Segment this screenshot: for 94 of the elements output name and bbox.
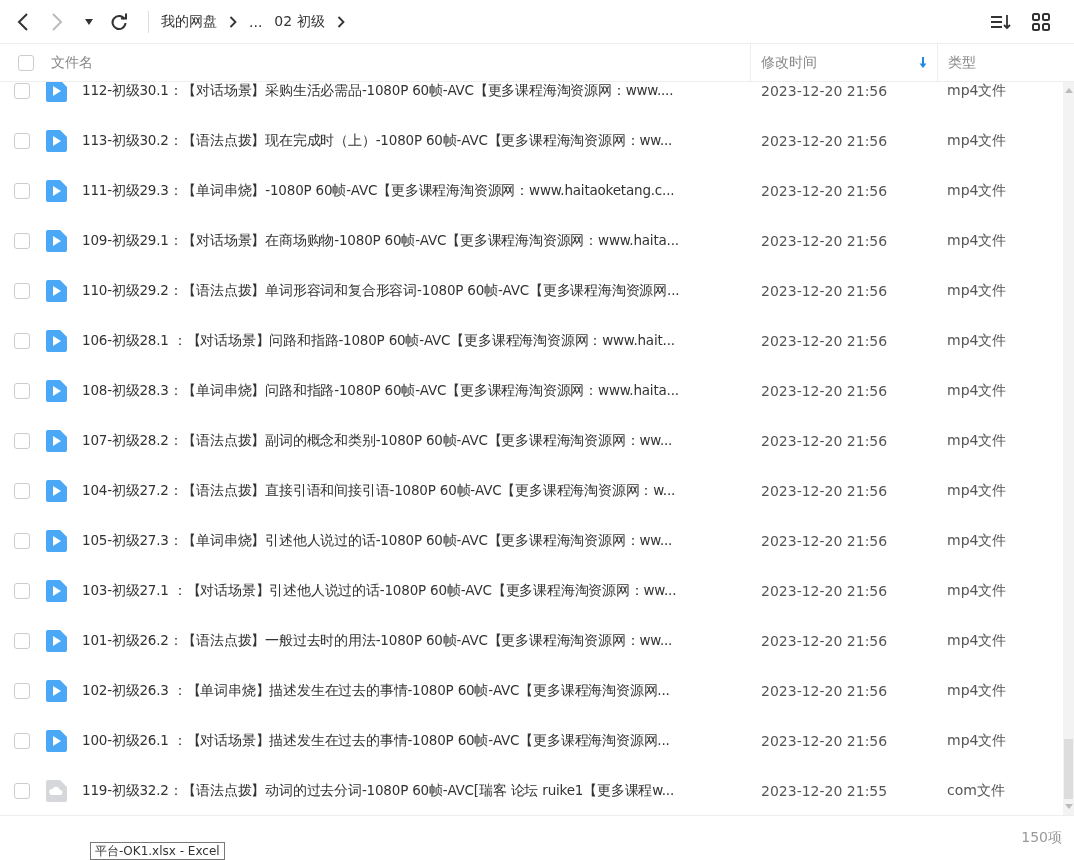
checkbox[interactable]	[14, 583, 30, 599]
checkbox[interactable]	[14, 733, 30, 749]
file-name[interactable]: 110-初级29.2：【语法点拨】单词形容词和复合形容词-1080P 60帧-AVC【更多课程海淘资源网...	[82, 282, 680, 300]
video-file-icon	[46, 430, 67, 452]
file-type: mp4文件	[947, 182, 1007, 200]
video-file-icon	[46, 680, 67, 702]
video-file-icon	[46, 230, 67, 252]
checkbox[interactable]	[14, 483, 30, 499]
video-file-icon	[46, 280, 67, 302]
tooltip: 平台-OK1.xlsx - Excel	[90, 842, 225, 860]
file-name[interactable]: 100-初级26.1 ：【对话场景】描述发生在过去的事情-1080P 60帧-AVC【更多课程海淘资源网...	[82, 732, 670, 750]
video-file-icon	[46, 330, 67, 352]
file-type: mp4文件	[947, 732, 1007, 750]
checkbox[interactable]	[14, 633, 30, 649]
modified-date: 2023-12-20 21:56	[761, 433, 888, 449]
file-type: mp4文件	[947, 132, 1007, 150]
file-name[interactable]: 113-初级30.2：【语法点拨】现在完成时（上）-1080P 60帧-AVC【更多课程海淘资源网：ww...	[82, 132, 673, 150]
modified-date: 2023-12-20 21:56	[761, 333, 888, 349]
modified-date: 2023-12-20 21:56	[761, 733, 888, 749]
breadcrumb-item[interactable]: ...	[249, 13, 263, 30]
file-name[interactable]: 104-初级27.2：【语法点拨】直接引语和间接引语-1080P 60帧-AVC【更多课程海淘资源网：w...	[82, 482, 676, 500]
file-type: mp4文件	[947, 232, 1007, 250]
checkbox[interactable]	[14, 283, 30, 299]
breadcrumb-item[interactable]: 02 初级	[274, 12, 325, 31]
modified-date: 2023-12-20 21:56	[761, 583, 888, 599]
video-file-icon	[46, 82, 67, 102]
file-type: mp4文件	[947, 432, 1007, 450]
scroll-down-arrow-icon[interactable]	[1063, 803, 1074, 811]
modified-date: 2023-12-20 21:56	[761, 233, 888, 249]
modified-date: 2023-12-20 21:56	[761, 683, 888, 699]
file-type: mp4文件	[947, 332, 1007, 350]
cloud-file-icon	[46, 780, 67, 802]
file-type: mp4文件	[947, 382, 1007, 400]
file-type: com文件	[947, 782, 1005, 800]
checkbox[interactable]	[14, 233, 30, 249]
scroll-up-arrow-icon[interactable]	[1063, 86, 1074, 94]
file-type: mp4文件	[947, 282, 1007, 300]
column-header[interactable]: 修改时间	[761, 53, 817, 72]
file-type: mp4文件	[947, 682, 1007, 700]
item-count: 150项	[1021, 829, 1062, 847]
modified-date: 2023-12-20 21:56	[761, 633, 888, 649]
modified-date: 2023-12-20 21:56	[761, 83, 888, 99]
scrollbar[interactable]	[1063, 82, 1074, 815]
checkbox[interactable]	[14, 433, 30, 449]
file-name[interactable]: 109-初级29.1：【对话场景】在商场购物-1080P 60帧-AVC【更多课程海淘资源网：www.haita...	[82, 232, 679, 250]
checkbox[interactable]	[14, 783, 30, 799]
video-file-icon	[46, 480, 67, 502]
checkbox[interactable]	[14, 83, 30, 99]
file-name[interactable]: 119-初级32.2：【语法点拨】动词的过去分词-1080P 60帧-AVC[瑞客 论坛 ruike1【更多课程w...	[82, 782, 675, 800]
modified-date: 2023-12-20 21:56	[761, 483, 888, 499]
video-file-icon	[46, 130, 67, 152]
checkbox[interactable]	[14, 383, 30, 399]
column-header[interactable]: 文件名	[51, 53, 93, 72]
video-file-icon	[46, 580, 67, 602]
forward-icon[interactable]	[50, 11, 64, 32]
scrollbar-thumb[interactable]	[1064, 739, 1073, 799]
checkbox[interactable]	[14, 333, 30, 349]
file-type: mp4文件	[947, 82, 1007, 100]
file-name[interactable]: 103-初级27.1 ：【对话场景】引述他人说过的话-1080P 60帧-AVC【更多课程海淘资源网：ww...	[82, 582, 677, 600]
file-name[interactable]: 105-初级27.3：【单词串烧】引述他人说过的话-1080P 60帧-AVC【更多课程海淘资源网：ww...	[82, 532, 673, 550]
file-name[interactable]: 108-初级28.3：【单词串烧】问路和指路-1080P 60帧-AVC【更多课程海淘资源网：www.haita...	[82, 382, 679, 400]
modified-date: 2023-12-20 21:56	[761, 533, 888, 549]
file-name[interactable]: 111-初级29.3：【单词串烧】-1080P 60帧-AVC【更多课程海淘资源网：www.haitaoketang.c...	[82, 182, 675, 200]
checkbox[interactable]	[14, 133, 30, 149]
chevron-icon	[229, 15, 237, 28]
file-type: mp4文件	[947, 632, 1007, 650]
file-name[interactable]: 107-初级28.2：【语法点拨】副词的概念和类别-1080P 60帧-AVC【更多课程海淘资源网：ww...	[82, 432, 673, 450]
checkbox[interactable]	[14, 533, 30, 549]
video-file-icon	[46, 530, 67, 552]
file-name[interactable]: 102-初级26.3 ：【单词串烧】描述发生在过去的事情-1080P 60帧-AVC【更多课程海淘资源网...	[82, 682, 670, 700]
file-name[interactable]: 106-初级28.1 ：【对话场景】问路和指路-1080P 60帧-AVC【更多课程海淘资源网：www.hait...	[82, 332, 675, 350]
column-header[interactable]: 类型	[948, 53, 976, 72]
modified-date: 2023-12-20 21:56	[761, 183, 888, 199]
modified-date: 2023-12-20 21:56	[761, 383, 888, 399]
checkbox[interactable]	[14, 683, 30, 699]
back-icon[interactable]	[16, 11, 30, 32]
video-file-icon	[46, 180, 67, 202]
file-type: mp4文件	[947, 582, 1007, 600]
video-file-icon	[46, 380, 67, 402]
file-type: mp4文件	[947, 482, 1007, 500]
video-file-icon	[46, 730, 67, 752]
file-name[interactable]: 101-初级26.2：【语法点拨】一般过去时的用法-1080P 60帧-AVC【更多课程海淘资源网：ww...	[82, 632, 673, 650]
checkbox[interactable]	[18, 54, 34, 71]
breadcrumb-item[interactable]: 我的网盘	[161, 12, 217, 31]
file-type: mp4文件	[947, 532, 1007, 550]
chevron-icon	[336, 15, 345, 28]
checkbox[interactable]	[14, 183, 30, 199]
modified-date: 2023-12-20 21:56	[761, 133, 888, 149]
modified-date: 2023-12-20 21:56	[761, 283, 888, 299]
modified-date: 2023-12-20 21:55	[761, 783, 888, 799]
dropdown-caret-icon[interactable]	[84, 17, 94, 26]
refresh-icon[interactable]	[110, 12, 128, 31]
file-name[interactable]: 112-初级30.1：【对话场景】采购生活必需品-1080P 60帧-AVC【更多课程海淘资源网：www....	[82, 82, 674, 100]
video-file-icon	[46, 630, 67, 652]
